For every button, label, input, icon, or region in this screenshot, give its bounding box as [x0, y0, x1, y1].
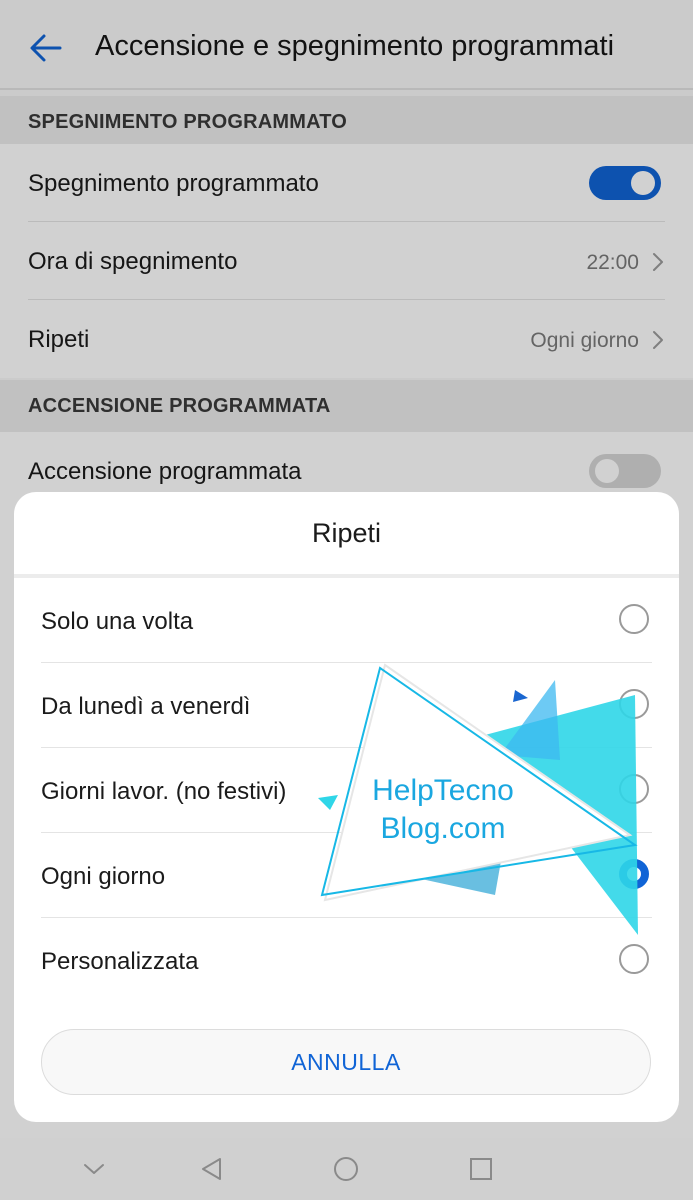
option-label: Da lunedì a venerdì: [41, 693, 251, 720]
watermark-line1: HelpTecno: [372, 774, 514, 807]
watermark-text: HelpTecno Blog.com: [348, 772, 538, 848]
option-label: Giorni lavor. (no festivi): [41, 778, 287, 805]
dialog-title: Ripeti: [311, 518, 382, 548]
radio-button[interactable]: [619, 604, 649, 634]
option-label: Solo una volta: [41, 608, 194, 635]
settings-screen: Accensione e spegnimento programmati SPE…: [0, 0, 693, 1200]
option-label: Personalizzata: [41, 948, 199, 975]
cancel-button[interactable]: ANNULLA: [41, 1029, 651, 1095]
option-label: Ogni giorno: [41, 863, 166, 890]
navigation-bar: [0, 1138, 693, 1200]
home-circle-icon[interactable]: [331, 1154, 361, 1184]
watermark-line2: Blog.com: [380, 812, 506, 845]
chevron-down-icon[interactable]: [79, 1154, 109, 1184]
back-triangle-icon[interactable]: [197, 1154, 227, 1184]
recents-square-icon[interactable]: [466, 1154, 496, 1184]
